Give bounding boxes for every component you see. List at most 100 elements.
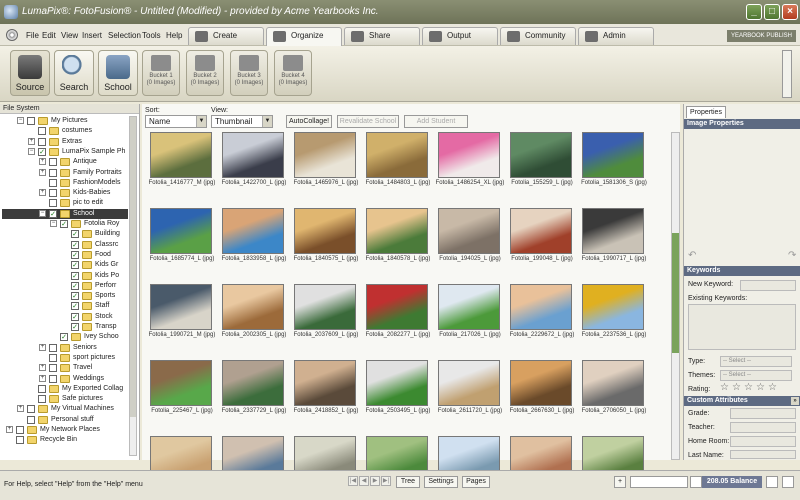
thumbnail-item[interactable]: Fotolia_199048_L (jpg) [506, 208, 578, 284]
expand-toggle-icon[interactable]: + [28, 137, 35, 145]
menu-edit[interactable]: Edit [42, 31, 56, 40]
thumbnail-image[interactable] [222, 132, 284, 178]
add-student-button[interactable]: Add Student [404, 115, 468, 128]
view-toggle-icon[interactable] [766, 476, 778, 488]
tree-button[interactable]: Tree [396, 476, 420, 488]
toolbar-scrollbar[interactable] [782, 50, 792, 98]
thumbnail-image[interactable] [294, 132, 356, 178]
source-button[interactable]: Source [10, 50, 50, 96]
tree-checkbox[interactable]: ✓ [71, 250, 79, 259]
thumbnail-item[interactable]: Fotolia_2337729_L (jpg) [218, 360, 290, 436]
autocollage-button[interactable]: AutoCollage! [286, 115, 332, 128]
close-button[interactable]: × [782, 4, 798, 20]
thumbnail-image[interactable] [150, 360, 212, 406]
thumbnail-image[interactable] [438, 208, 500, 254]
thumbnail-image[interactable] [294, 284, 356, 330]
tree-checkbox[interactable]: ✓ [71, 323, 79, 331]
expand-toggle-icon[interactable]: + [39, 364, 46, 372]
thumbnail-item[interactable]: Fotolia_2002305_L (jpg) [218, 284, 290, 360]
grid-scrollbar[interactable] [671, 132, 680, 460]
tree-checkbox[interactable] [27, 117, 35, 125]
tree-item[interactable]: ✓ Perforr [2, 281, 128, 291]
tree-checkbox[interactable] [38, 137, 46, 146]
thumbnail-item[interactable]: Fotolia_155259_L (jpg) [506, 132, 578, 208]
thumbnail-image[interactable] [582, 360, 644, 406]
tree-checkbox[interactable]: ✓ [71, 281, 79, 290]
view-select[interactable]: Thumbnail ▼ [211, 115, 273, 128]
tree-checkbox[interactable] [49, 353, 57, 362]
tree-checkbox[interactable]: ✓ [71, 312, 79, 321]
tree-item[interactable]: − ✓ Fotolia Roy [2, 219, 128, 229]
expand-toggle-icon[interactable]: + [6, 426, 13, 433]
thumbnail-item[interactable]: Fotolia_217026_L (jpg) [434, 284, 506, 360]
tree-checkbox[interactable] [49, 158, 57, 167]
star-icon[interactable]: ☆ [756, 382, 765, 393]
star-icon[interactable]: ☆ [720, 382, 729, 393]
expand-toggle-icon[interactable]: + [39, 168, 46, 176]
thumbnail-item[interactable]: Fotolia_1990717_L (jpg) [578, 208, 650, 284]
tree-item[interactable]: FashionModels [2, 178, 128, 188]
thumbnail-image[interactable] [438, 284, 500, 330]
thumbnail-item[interactable]: Fotolia_194025_L (jpg) [434, 208, 506, 284]
tree-checkbox[interactable]: ✓ [71, 292, 79, 301]
tree-item[interactable]: sport pictures [2, 353, 128, 363]
thumbnail-item[interactable]: Fotolia_1840575_L (jpg) [290, 208, 362, 284]
thumbnail-item[interactable]: Fotolia_1581306_S (jpg) [578, 132, 650, 208]
settings-button[interactable]: Settings [424, 476, 458, 488]
thumbnail-item[interactable]: Fotolia_1486254_XL (jpg) [434, 132, 506, 208]
tree-checkbox[interactable] [49, 364, 57, 373]
thumbnail-image[interactable] [510, 360, 572, 406]
thumbnail-image[interactable] [366, 132, 428, 178]
thumbnail-image[interactable] [222, 360, 284, 406]
thumbnail-image[interactable] [582, 208, 644, 254]
thumbnail-item[interactable]: Fotolia_2229672_L (jpg) [506, 284, 578, 360]
thumbnail-item[interactable]: Fotolia_1840578_L (jpg) [362, 208, 434, 284]
thumbnail-image[interactable] [366, 284, 428, 330]
tree-checkbox[interactable]: ✓ [71, 271, 79, 280]
bucket-1[interactable]: Bucket 1 (0 Images) [142, 50, 180, 96]
tree-checkbox[interactable] [38, 395, 46, 404]
tree-item[interactable]: ✓ Kids Po [2, 271, 128, 281]
pages-button[interactable]: Pages [462, 476, 490, 488]
thumbnail-item[interactable]: Fotolia_225467_L (jpg) [146, 360, 218, 436]
thumbnail-image[interactable] [366, 360, 428, 406]
bucket-4[interactable]: Bucket 4 (0 Images) [274, 50, 312, 96]
tree-checkbox[interactable] [27, 405, 35, 414]
existing-keywords-list[interactable] [688, 304, 796, 350]
tree-item[interactable]: + Seniors [2, 343, 128, 353]
thumbnail-image[interactable] [438, 360, 500, 406]
fullscreen-icon[interactable] [782, 476, 794, 488]
thumbnail-image[interactable] [582, 132, 644, 178]
tree-item[interactable]: ✓ Sports [2, 291, 128, 301]
thumbnail-image[interactable] [150, 132, 212, 178]
menu-insert[interactable]: Insert [82, 31, 102, 40]
sort-select[interactable]: Name ▼ [145, 115, 207, 128]
menu-tools[interactable]: Tools [142, 31, 161, 40]
tree-item[interactable]: − ✓ LumaPix Sample Ph [2, 147, 128, 157]
expand-toggle-icon[interactable]: + [17, 405, 24, 413]
tree-item[interactable]: ✓ Food [2, 250, 128, 260]
themes-select[interactable]: -- Select -- [720, 370, 792, 381]
thumbnail-item[interactable]: Fotolia_1990721_M (jpg) [146, 284, 218, 360]
tree-item[interactable]: costumes [2, 126, 128, 136]
tab-create[interactable]: Create [188, 27, 264, 45]
tree-item[interactable]: ✓ Stock [2, 312, 128, 322]
maximize-button[interactable]: □ [764, 4, 780, 20]
tree-checkbox[interactable]: ✓ [71, 302, 79, 311]
star-icon[interactable]: ☆ [744, 382, 753, 393]
menu-selection[interactable]: Selection [108, 31, 141, 40]
tree-checkbox[interactable] [49, 199, 57, 208]
tree-item[interactable]: + Extras [2, 137, 128, 147]
tree-checkbox[interactable] [49, 374, 57, 383]
thumbnail-image[interactable] [150, 208, 212, 254]
thumbnail-item[interactable]: Fotolia_2611720_L (jpg) [434, 360, 506, 436]
rotate-right-icon[interactable]: ↷ [788, 250, 796, 261]
menu-file[interactable]: File [26, 31, 39, 40]
tab-organize[interactable]: Organize [266, 27, 342, 46]
tree-checkbox[interactable]: ✓ [49, 209, 57, 218]
scroll-thumb[interactable] [130, 117, 136, 417]
thumbnail-item[interactable]: Fotolia_2418852_L (jpg) [290, 360, 362, 436]
expand-toggle-icon[interactable]: − [28, 147, 35, 155]
thumbnail-item[interactable]: Fotolia_2037609_L (jpg) [290, 284, 362, 360]
tree-item[interactable]: + Antique [2, 157, 128, 167]
